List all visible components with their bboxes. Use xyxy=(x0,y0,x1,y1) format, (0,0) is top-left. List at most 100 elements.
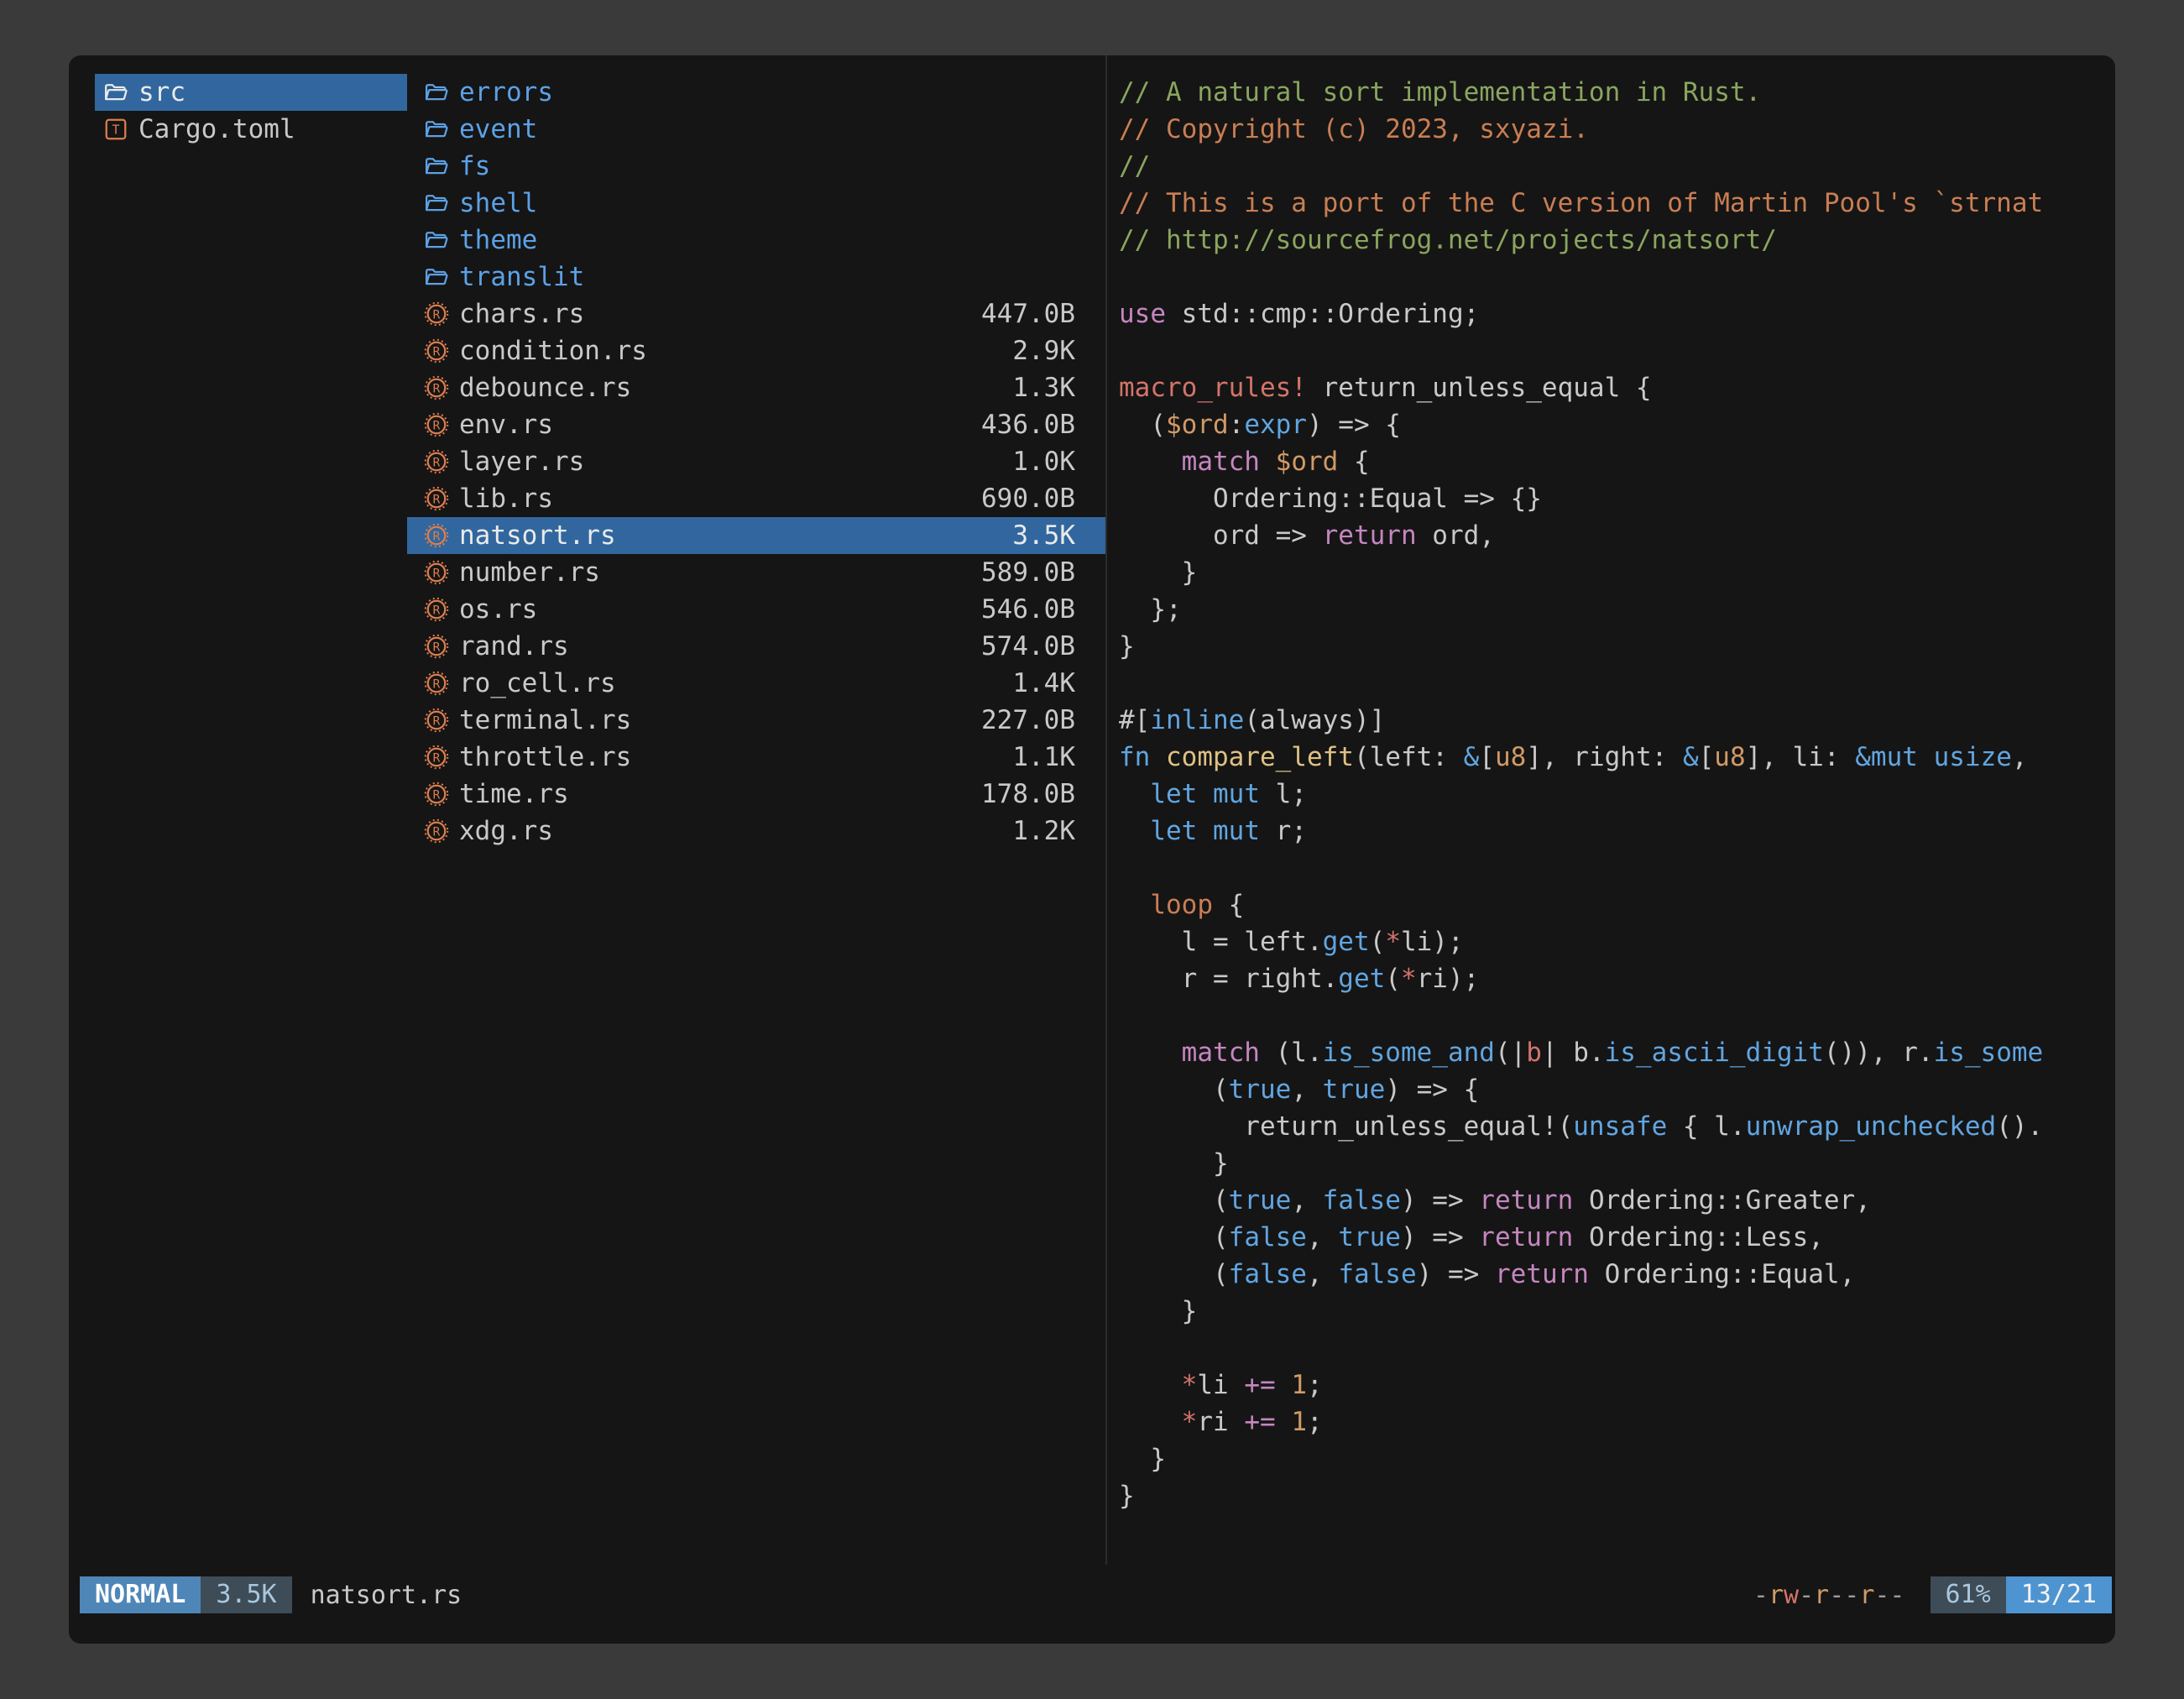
current-directory-pane: errorsevent fs shell themetranslit chars.rs 4… xyxy=(407,55,1105,1565)
code-line xyxy=(1119,665,2115,702)
file-size: 447.0B xyxy=(981,299,1075,329)
file-size: 1.4K xyxy=(1012,668,1075,698)
status-bar-right: -rw-r--r-- 61% 13/21 xyxy=(1753,1576,2112,1613)
folder-icon xyxy=(424,154,449,179)
rust-icon xyxy=(424,597,449,622)
file-row[interactable]: condition.rs 2.9K xyxy=(407,332,1105,369)
file-row[interactable]: layer.rs1.0K xyxy=(407,443,1105,480)
file-name: chars.rs xyxy=(459,299,584,329)
folder-icon xyxy=(424,227,449,253)
rust-icon xyxy=(424,301,449,327)
code-line: ord => return ord, xyxy=(1119,517,2115,554)
parent-pane: src Cargo.toml xyxy=(95,55,407,1565)
file-name: time.rs xyxy=(459,779,569,809)
code-line: } xyxy=(1119,554,2115,591)
file-row[interactable]: shell xyxy=(407,185,1105,222)
code-preview: // A natural sort implementation in Rust… xyxy=(1119,74,2115,1514)
file-row[interactable]: rand.rs574.0B xyxy=(407,628,1105,665)
code-line: loop { xyxy=(1119,886,2115,923)
yazi-window: src Cargo.toml errorsevent fs shell themetra… xyxy=(69,55,2115,1644)
code-line: let mut r; xyxy=(1119,813,2115,850)
file-name: terminal.rs xyxy=(459,705,631,735)
code-line: (true, true) => { xyxy=(1119,1071,2115,1108)
code-line: // Copyright (c) 2023, sxyazi. xyxy=(1119,111,2115,148)
code-line: } xyxy=(1119,1440,2115,1477)
file-size: 3.5K xyxy=(1012,520,1075,551)
mode-badge: NORMAL xyxy=(80,1576,201,1613)
file-size: 589.0B xyxy=(981,557,1075,588)
file-name: event xyxy=(459,114,537,144)
file-size: 436.0B xyxy=(981,410,1075,440)
rust-icon xyxy=(424,818,449,844)
file-size: 1.1K xyxy=(1012,742,1075,772)
file-size: 2.9K xyxy=(1012,336,1075,366)
file-name: src xyxy=(138,77,185,107)
file-name: layer.rs xyxy=(459,447,584,477)
file-row[interactable]: lib.rs 690.0B xyxy=(407,480,1105,517)
code-line: ($ord:expr) => { xyxy=(1119,406,2115,443)
rust-icon xyxy=(424,671,449,696)
folder-icon xyxy=(424,191,449,216)
status-bar: NORMAL 3.5K natsort.rs -rw-r--r-- 61% 13… xyxy=(80,1576,2112,1613)
code-line: r = right.get(*ri); xyxy=(1119,960,2115,997)
file-size: 178.0B xyxy=(981,779,1075,809)
code-line: match (l.is_some_and(|b| b.is_ascii_digi… xyxy=(1119,1034,2115,1071)
code-line xyxy=(1119,850,2115,886)
file-name: ro_cell.rs xyxy=(459,668,616,698)
file-row[interactable]: number.rs 589.0B xyxy=(407,554,1105,591)
code-line: #[inline(always)] xyxy=(1119,702,2115,739)
file-row[interactable]: translit xyxy=(407,259,1105,295)
file-name: fs xyxy=(459,151,490,181)
code-line: // http://sourcefrog.net/projects/natsor… xyxy=(1119,222,2115,259)
code-line: fn compare_left(left: &[u8], right: &[u8… xyxy=(1119,739,2115,776)
cursor-position-badge: 13/21 xyxy=(2006,1576,2112,1613)
rust-icon xyxy=(424,745,449,770)
folder-icon xyxy=(103,80,128,105)
file-row[interactable]: event xyxy=(407,111,1105,148)
code-line: (false, true) => return Ordering::Less, xyxy=(1119,1219,2115,1256)
code-line: let mut l; xyxy=(1119,776,2115,813)
file-size: 227.0B xyxy=(981,705,1075,735)
code-line: l = left.get(*li); xyxy=(1119,923,2115,960)
code-line: (true, false) => return Ordering::Greate… xyxy=(1119,1182,2115,1219)
folder-icon xyxy=(424,117,449,142)
file-row[interactable]: xdg.rs1.2K xyxy=(407,813,1105,850)
file-name: lib.rs xyxy=(459,484,553,514)
panes-container: src Cargo.toml errorsevent fs shell themetra… xyxy=(69,55,2115,1565)
file-row[interactable]: errors xyxy=(407,74,1105,111)
code-line: // This is a port of the C version of Ma… xyxy=(1119,185,2115,222)
file-row[interactable]: chars.rs 447.0B xyxy=(407,295,1105,332)
file-row[interactable]: env.rs436.0B xyxy=(407,406,1105,443)
file-size: 1.3K xyxy=(1012,373,1075,403)
file-name: debounce.rs xyxy=(459,373,631,403)
file-row[interactable]: terminal.rs 227.0B xyxy=(407,702,1105,739)
file-row[interactable]: fs xyxy=(407,148,1105,185)
file-row[interactable]: Cargo.toml xyxy=(95,111,407,148)
file-row[interactable]: src xyxy=(95,74,407,111)
code-line xyxy=(1119,997,2115,1034)
file-row[interactable]: time.rs 178.0B xyxy=(407,776,1105,813)
code-line xyxy=(1119,259,2115,295)
code-line: *ri += 1; xyxy=(1119,1404,2115,1440)
code-line: }; xyxy=(1119,591,2115,628)
file-name: shell xyxy=(459,188,537,218)
code-line: // A natural sort implementation in Rust… xyxy=(1119,74,2115,111)
code-line: } xyxy=(1119,628,2115,665)
rust-icon xyxy=(424,412,449,437)
preview-pane: // A natural sort implementation in Rust… xyxy=(1105,55,2115,1565)
file-name: number.rs xyxy=(459,557,600,588)
file-row[interactable]: natsort.rs3.5K xyxy=(407,517,1105,554)
file-row[interactable]: ro_cell.rs 1.4K xyxy=(407,665,1105,702)
file-size: 690.0B xyxy=(981,484,1075,514)
rust-icon xyxy=(424,560,449,585)
scroll-percent-badge: 61% xyxy=(1931,1576,2006,1613)
file-name: condition.rs xyxy=(459,336,647,366)
file-row[interactable]: theme xyxy=(407,222,1105,259)
code-line: // xyxy=(1119,148,2115,185)
file-row[interactable]: os.rs546.0B xyxy=(407,591,1105,628)
file-row[interactable]: debounce.rs 1.3K xyxy=(407,369,1105,406)
rust-icon xyxy=(424,338,449,363)
status-bar-left: NORMAL 3.5K natsort.rs xyxy=(80,1576,462,1613)
file-row[interactable]: throttle.rs1.1K xyxy=(407,739,1105,776)
rust-icon xyxy=(424,523,449,548)
